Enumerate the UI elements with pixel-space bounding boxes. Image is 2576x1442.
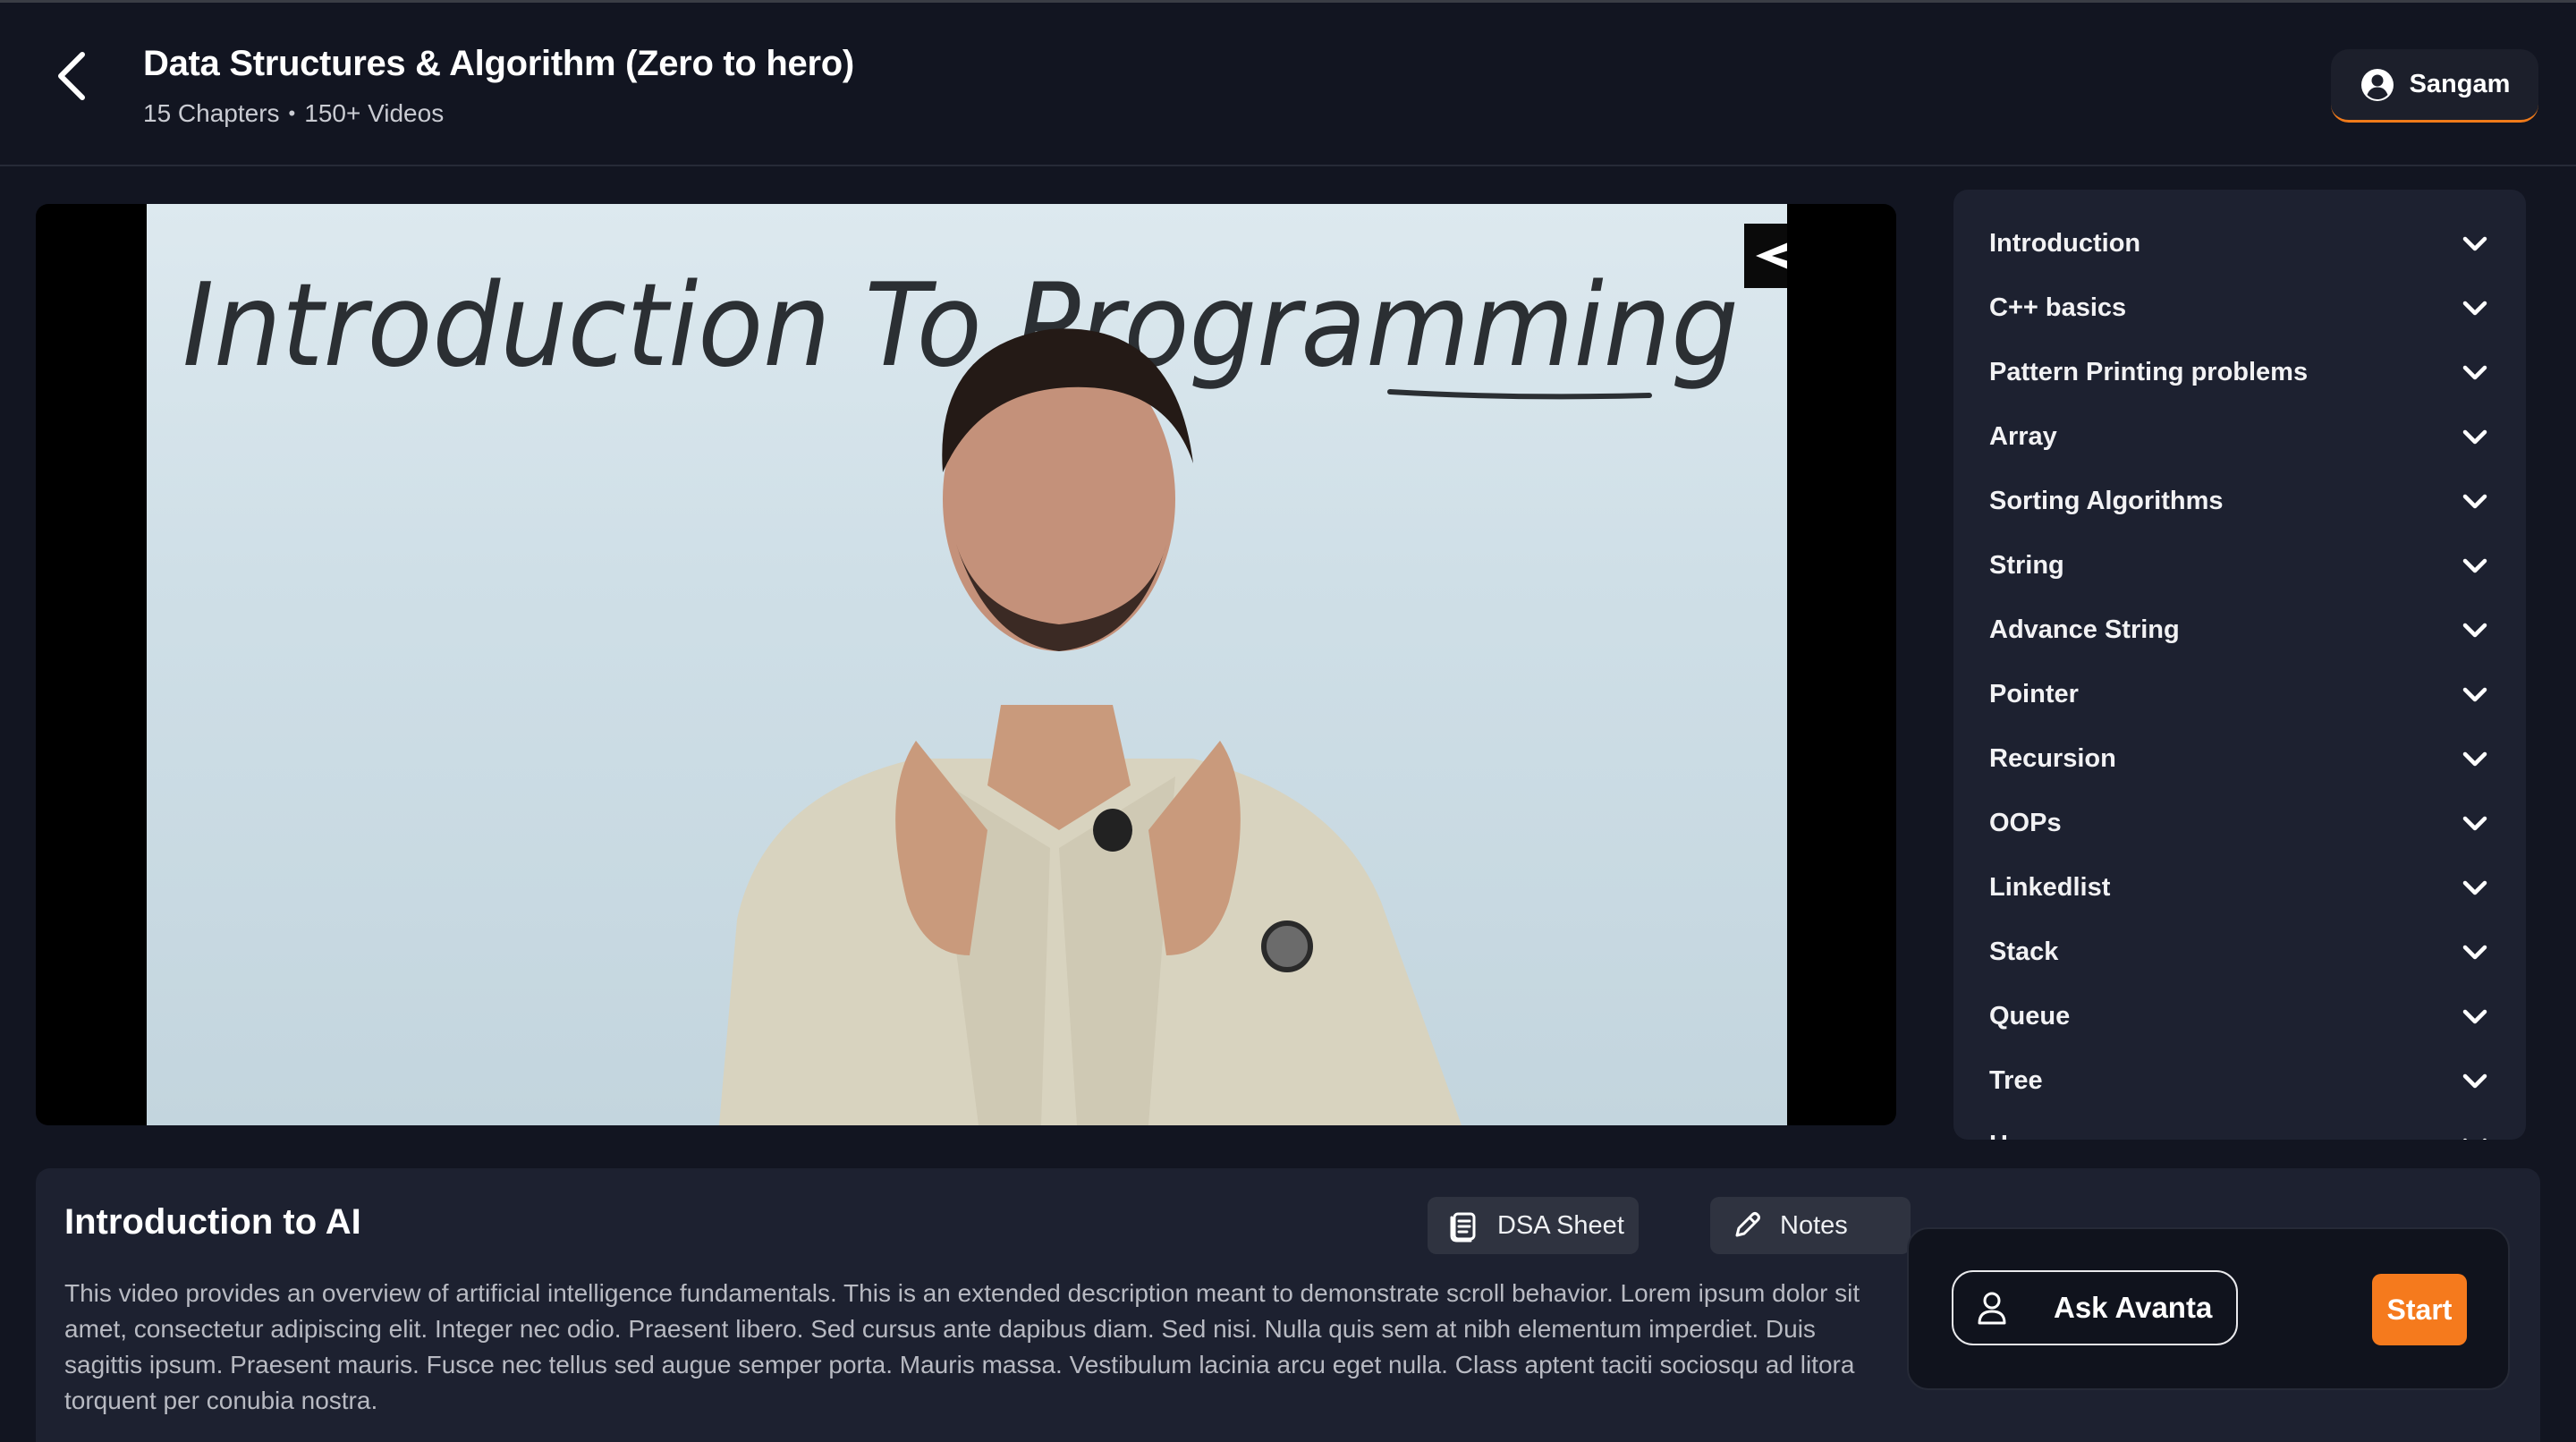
back-button[interactable] [47,47,97,105]
chapter-label: Stack [1989,937,2059,966]
chapter-item-stack[interactable]: Stack [1989,925,2490,979]
chapter-label: Sorting Algorithms [1989,486,2224,515]
start-button[interactable]: Start [2372,1274,2467,1345]
channel-logo-icon [1744,224,1787,288]
lesson-title: Introduction to AI [64,1202,361,1242]
chevron-down-icon [2460,357,2490,387]
dsa-sheet-label: DSA Sheet [1497,1210,1624,1240]
chevron-down-icon [2460,937,2490,967]
chapter-item-pattern-printing[interactable]: Pattern Printing problems [1989,345,2490,399]
chapter-item-recursion[interactable]: Recursion [1989,732,2490,785]
ask-avanta-label: Ask Avanta [2054,1291,2213,1324]
chapter-label: Pointer [1989,679,2079,708]
chapter-label: Pattern Printing problems [1989,357,2309,386]
chapter-item-linkedlist[interactable]: Linkedlist [1989,861,2490,914]
video-frame: Introduction To Programming [147,204,1787,1125]
chapter-label: OOPs [1989,808,2062,837]
chapter-item-tree[interactable]: Tree [1989,1054,2490,1107]
meta-separator: • [288,102,296,124]
chevron-down-icon [2460,1065,2490,1096]
course-header: Data Structures & Algorithm (Zero to her… [0,3,2576,166]
chevron-down-icon [2460,1130,2490,1140]
course-meta: 15 Chapters • 150+ Videos [143,99,444,128]
pencil-icon [1730,1209,1764,1243]
chapter-item-queue[interactable]: Queue [1989,989,2490,1043]
chapter-label: Introduction [1989,228,2141,258]
user-circle-icon [2360,67,2395,103]
notes-button[interactable]: Notes [1710,1197,1911,1254]
video-player[interactable]: Introduction To Programming [36,204,1896,1125]
chevron-down-icon [2460,808,2490,838]
chevron-down-icon [2460,743,2490,774]
chapter-item-string[interactable]: String [1989,539,2490,592]
ask-avanta-button[interactable]: Ask Avanta [1952,1270,2238,1345]
user-profile-button[interactable]: Sangam [2331,49,2538,123]
presenter-figure [719,328,1462,1125]
chevron-down-icon [2460,1001,2490,1031]
chapter-label: Tree [1989,1065,2043,1095]
videos-count: 150+ Videos [304,99,445,127]
chapter-item-cpp-basics[interactable]: C++ basics [1989,281,2490,335]
lesson-info-panel: Introduction to AI DSA Sheet Notes This … [36,1168,2540,1442]
notes-label: Notes [1780,1210,1848,1240]
chapter-label: Linkedlist [1989,872,2111,902]
chevron-down-icon [2460,228,2490,259]
chapter-label: C++ basics [1989,293,2127,322]
chapter-label: String [1989,550,2064,580]
chapter-item-advance-string[interactable]: Advance String [1989,603,2490,657]
chapter-item-sorting-algorithms[interactable]: Sorting Algorithms [1989,474,2490,528]
chevron-left-icon [58,52,85,100]
chapter-label: Recursion [1989,743,2116,773]
chevron-down-icon [2460,615,2490,645]
chapter-label: Queue [1989,1001,2071,1031]
course-title: Data Structures & Algorithm (Zero to her… [143,44,854,83]
chevron-down-icon [2460,550,2490,581]
chapter-item-oops[interactable]: OOPs [1989,796,2490,850]
chapter-item-introduction[interactable]: Introduction [1989,216,2490,270]
chapter-label: Advance String [1989,615,2180,644]
chapter-label: H... [1989,1131,2029,1141]
chevron-down-icon [2460,872,2490,903]
chapters-list[interactable]: Introduction C++ basics Pattern Printing… [1953,190,2526,1140]
ask-assistant-panel: Ask Avanta Start [1907,1227,2510,1390]
chapter-label: Array [1989,421,2057,451]
user-outline-icon [1977,1290,2007,1326]
lesson-description: This video provides an overview of artif… [64,1279,1860,1414]
dsa-sheet-button[interactable]: DSA Sheet [1428,1197,1639,1254]
chevron-down-icon [2460,293,2490,323]
chapter-item-array[interactable]: Array [1989,410,2490,463]
chevron-down-icon [2460,421,2490,452]
document-icon [1447,1209,1481,1243]
chapters-count: 15 Chapters [143,99,280,127]
chapter-item-pointer[interactable]: Pointer [1989,667,2490,721]
chevron-down-icon [2460,679,2490,709]
chapter-item-partial[interactable]: H... [1989,1118,2490,1140]
chevron-down-icon [2460,486,2490,516]
user-name: Sangam [2409,70,2511,98]
